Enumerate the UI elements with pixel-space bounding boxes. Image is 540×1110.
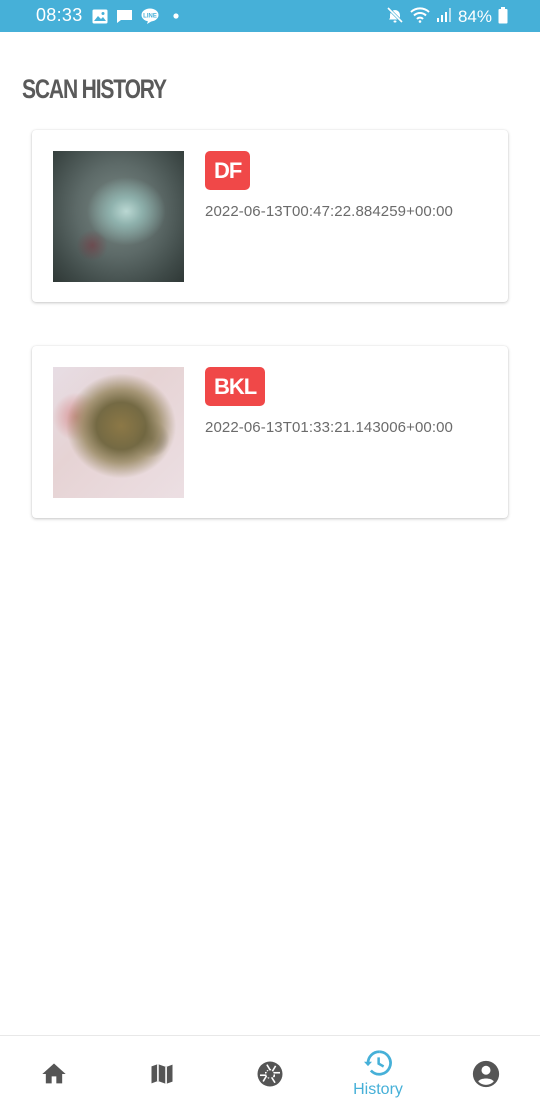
history-icon <box>363 1048 393 1078</box>
diagnosis-badge: DF <box>205 151 251 190</box>
nav-history-label: History <box>353 1081 403 1098</box>
scan-image <box>53 151 184 282</box>
message-icon <box>116 9 133 24</box>
scan-card[interactable]: DF 2022-06-13T00:47:22.884259+00:00 <box>32 130 508 302</box>
scan-timestamp: 2022-06-13T00:47:22.884259+00:00 <box>205 203 453 220</box>
map-icon <box>148 1060 176 1088</box>
nav-home[interactable] <box>0 1036 108 1110</box>
system-icons: 84% <box>386 6 508 28</box>
bottom-navigation: History <box>0 1035 540 1110</box>
battery-icon <box>498 6 508 28</box>
status-bar: 08:33 LINE 84% <box>0 0 540 32</box>
diagnosis-badge: BKL <box>205 367 266 406</box>
dot-icon <box>173 13 179 19</box>
line-icon: LINE <box>141 8 159 24</box>
camera-aperture-icon <box>255 1059 285 1089</box>
signal-icon <box>436 7 452 27</box>
nav-map[interactable] <box>108 1036 216 1110</box>
account-icon <box>471 1059 501 1089</box>
scan-image <box>53 367 184 498</box>
nav-account[interactable] <box>432 1036 540 1110</box>
scan-card[interactable]: BKL 2022-06-13T01:33:21.143006+00:00 <box>32 346 508 518</box>
status-time: 08:33 <box>36 5 83 25</box>
nav-camera[interactable] <box>216 1036 324 1110</box>
nav-history[interactable]: History <box>324 1036 432 1110</box>
page-title: SCAN HISTORY <box>22 74 167 104</box>
wifi-icon <box>410 7 430 27</box>
svg-text:LINE: LINE <box>143 14 157 20</box>
scan-timestamp: 2022-06-13T01:33:21.143006+00:00 <box>205 419 453 436</box>
notification-icons: LINE <box>92 8 179 24</box>
home-icon <box>40 1060 68 1088</box>
scan-history-screen: 08:33 LINE 84% SCAN HISTORY DF 2022-06-1… <box>0 0 540 1110</box>
mute-icon <box>386 6 404 28</box>
image-icon <box>92 9 108 24</box>
battery-percentage: 84% <box>457 7 492 26</box>
